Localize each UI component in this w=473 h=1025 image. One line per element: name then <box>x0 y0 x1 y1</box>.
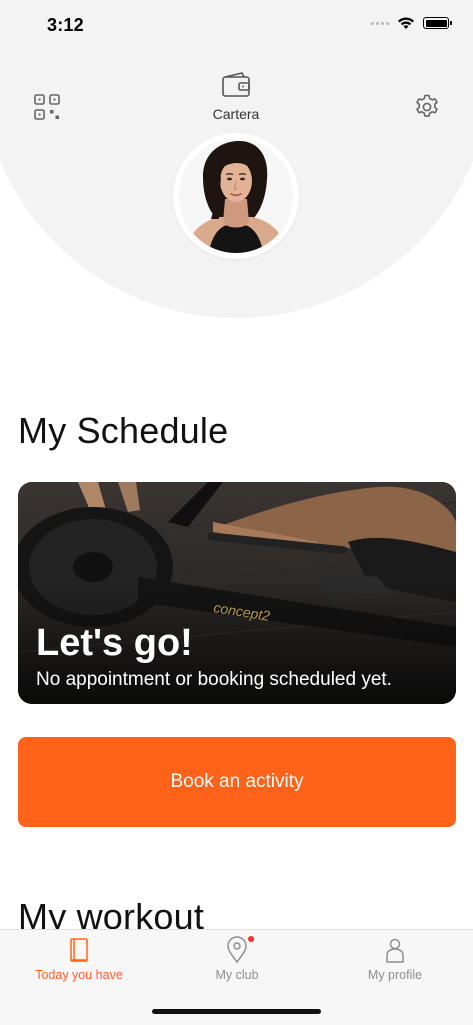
tab-today[interactable]: Today you have <box>0 936 158 996</box>
location-pin-icon <box>223 936 254 964</box>
wallet-label: Cartera <box>212 106 260 122</box>
book-activity-button[interactable]: Book an activity <box>18 737 456 827</box>
settings-button[interactable] <box>413 93 441 121</box>
tab-my-club-label: My club <box>215 968 259 982</box>
card-subtitle: No appointment or booking scheduled yet. <box>36 669 392 690</box>
settings-gear-icon <box>416 94 438 117</box>
qr-code-icon <box>34 94 60 120</box>
wallet-icon <box>222 72 250 97</box>
avatar[interactable] <box>173 133 299 259</box>
tab-my-profile-label: My profile <box>367 968 423 982</box>
wallet-button[interactable]: Cartera <box>206 70 266 124</box>
schedule-card[interactable]: concept2 Let's go! No appointment or boo… <box>18 482 456 704</box>
status-bar: 3:12 <box>0 0 473 50</box>
book-icon <box>65 936 93 964</box>
person-icon <box>381 936 409 964</box>
tab-my-club[interactable]: My club <box>158 936 316 996</box>
tab-today-label: Today you have <box>35 968 123 982</box>
status-time: 3:12 <box>47 15 84 35</box>
qr-code-button[interactable] <box>33 93 61 121</box>
status-indicators <box>371 16 452 30</box>
home-indicator <box>152 1009 321 1014</box>
battery-icon <box>423 17 452 29</box>
tab-my-profile[interactable]: My profile <box>316 936 473 996</box>
signal-icon <box>371 21 389 25</box>
profile-photo <box>179 139 293 253</box>
notification-dot <box>248 936 254 942</box>
schedule-title: My Schedule <box>18 410 229 451</box>
wifi-icon <box>398 17 414 29</box>
card-heading: Let's go! <box>36 622 193 664</box>
